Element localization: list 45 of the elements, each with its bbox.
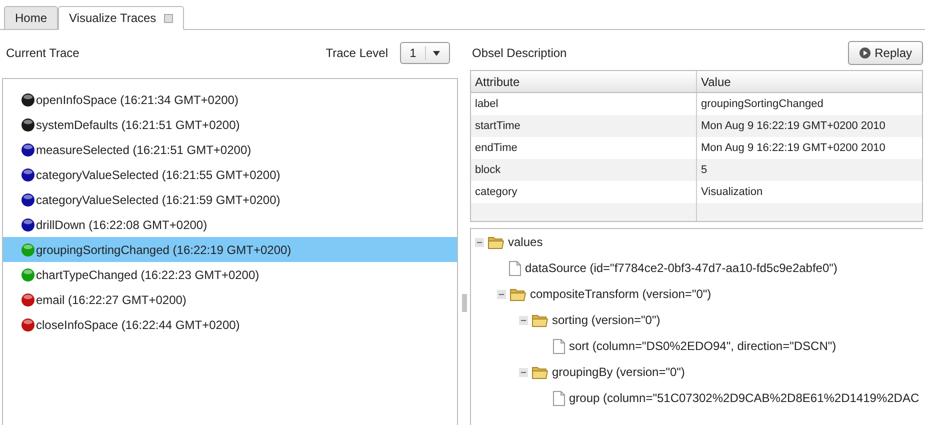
play-icon — [858, 47, 871, 59]
document-icon — [553, 338, 565, 354]
tree-item[interactable]: group (column="51C07302%2D9CAB%2D8E61%2D1419%2DAC — [569, 389, 920, 407]
tree-item[interactable]: compositeTransform (version="0") — [530, 285, 712, 303]
folder-icon — [532, 314, 548, 326]
tab[interactable]: Home — [4, 6, 58, 30]
collapse-icon[interactable] — [519, 368, 528, 376]
tab[interactable]: Visualize Traces — [58, 6, 184, 30]
table-cell-text: groupingSortingChanged — [700, 96, 824, 112]
table-cell-text: 5 — [700, 162, 708, 178]
collapse-icon[interactable] — [475, 238, 484, 246]
trace-event[interactable]: categoryValueSelected (16:21:55 GMT+0200) — [3, 162, 457, 187]
tree-item[interactable]: sorting (version="0") — [552, 311, 660, 329]
tree-item[interactable]: dataSource (id="f7784ce2-0bf3-47d7-aa10-fd5c9e2abfe0") — [525, 259, 838, 277]
trace-event[interactable]: drillDown (16:22:08 GMT+0200) — [3, 212, 457, 237]
collapse-icon[interactable] — [497, 290, 506, 298]
trace-event[interactable]: measureSelected (16:21:51 GMT+0200) — [3, 137, 457, 162]
collapse-icon[interactable] — [519, 316, 528, 324]
table-cell-text: Mon Aug 9 16:22:19 GMT+0200 2010 — [700, 118, 886, 134]
folder-icon — [488, 236, 504, 248]
trace-event[interactable]: email (16:22:27 GMT+0200) — [3, 287, 457, 312]
trace-event[interactable]: systemDefaults (16:21:51 GMT+0200) — [3, 112, 457, 137]
trace-event[interactable]: chartTypeChanged (16:22:23 GMT+0200) — [3, 262, 457, 287]
tree-item[interactable]: sort (column="DS0%2EDO94", direction="DSCN") — [569, 337, 836, 355]
column-header[interactable]: Value — [697, 71, 922, 92]
trace-event[interactable]: categoryValueSelected (16:21:59 GMT+0200) — [3, 187, 457, 212]
trace-event[interactable]: closeInfoSpace (16:22:44 GMT+0200) — [3, 312, 457, 337]
table-cell-text: Visualization — [700, 184, 764, 200]
replay-button[interactable]: Replay — [848, 41, 923, 65]
column-header[interactable]: Attribute — [471, 71, 697, 92]
panel-title: Current Trace — [6, 45, 80, 62]
trace-level-dropdown[interactable]: 1 — [400, 42, 450, 64]
document-icon — [509, 260, 521, 276]
tree-item[interactable]: values — [508, 233, 543, 251]
trace-event[interactable]: groupingSortingChanged (16:22:19 GMT+0200) — [3, 237, 457, 262]
folder-icon — [510, 288, 526, 300]
document-icon — [553, 390, 565, 406]
panel-title: Obsel Description — [472, 45, 568, 62]
trace-level-label: Trace Level — [326, 45, 388, 62]
splitter-handle[interactable] — [462, 294, 466, 312]
table-cell-text: Mon Aug 9 16:22:19 GMT+0200 2010 — [700, 140, 886, 156]
trace-event[interactable]: openInfoSpace (16:21:34 GMT+0200) — [3, 87, 457, 112]
tree-item[interactable]: groupingBy (version="0") — [552, 363, 685, 381]
caret-icon — [433, 50, 440, 56]
folder-icon — [532, 366, 548, 378]
